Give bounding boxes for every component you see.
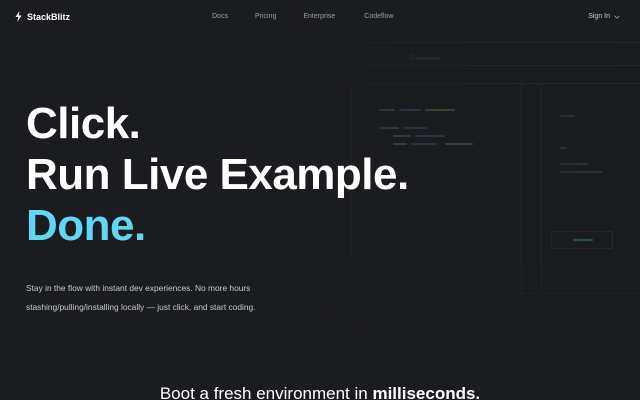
wireframe-divider: [331, 83, 640, 84]
wireframe-tab: [416, 57, 440, 60]
nav-link-codeflow[interactable]: Codeflow: [364, 13, 393, 20]
hero-line-click: Click.: [26, 99, 141, 148]
boot-heading-text: Boot a fresh environment in: [159, 384, 373, 400]
code-line: [559, 171, 603, 173]
brand-link[interactable]: StackBlitz: [15, 11, 70, 22]
chevron-down-icon: [614, 15, 620, 19]
sign-in-label: Sign In: [588, 13, 610, 20]
boot-heading: Boot a fresh environment in milliseconds…: [0, 384, 640, 400]
sign-in-button[interactable]: Sign In: [588, 13, 620, 20]
wireframe-divider: [541, 83, 542, 321]
top-nav: StackBlitz Docs Pricing Enterprise Codef…: [0, 0, 640, 36]
code-line: [559, 147, 567, 149]
boot-heading-bold: milliseconds.: [372, 384, 481, 400]
nav-link-pricing[interactable]: Pricing: [255, 13, 276, 20]
hero-line-run-live-example: Run Live Example.: [26, 150, 409, 199]
wireframe-divider: [331, 65, 640, 66]
brand-name: StackBlitz: [27, 11, 71, 22]
bolt-icon: [15, 11, 22, 22]
code-line: [445, 143, 473, 145]
hero-lead-text: Stay in the flow with instant dev experi…: [26, 283, 256, 312]
nav-link-docs[interactable]: Docs: [212, 13, 228, 20]
wireframe-tab-icon: [409, 54, 414, 59]
wireframe-divider: [351, 293, 640, 294]
nav-link-enterprise[interactable]: Enterprise: [303, 13, 335, 20]
code-line: [573, 239, 593, 241]
nav-links: Docs Pricing Enterprise Codeflow: [212, 13, 393, 20]
wireframe-divider: [521, 83, 522, 321]
code-line: [425, 109, 455, 111]
code-line: [559, 163, 589, 165]
code-line: [415, 135, 445, 137]
code-line: [559, 115, 575, 117]
hero-heading: Click. Run Live Example. Done.: [26, 98, 409, 251]
hero-line-done: Done.: [26, 201, 146, 250]
code-line: [411, 143, 437, 145]
